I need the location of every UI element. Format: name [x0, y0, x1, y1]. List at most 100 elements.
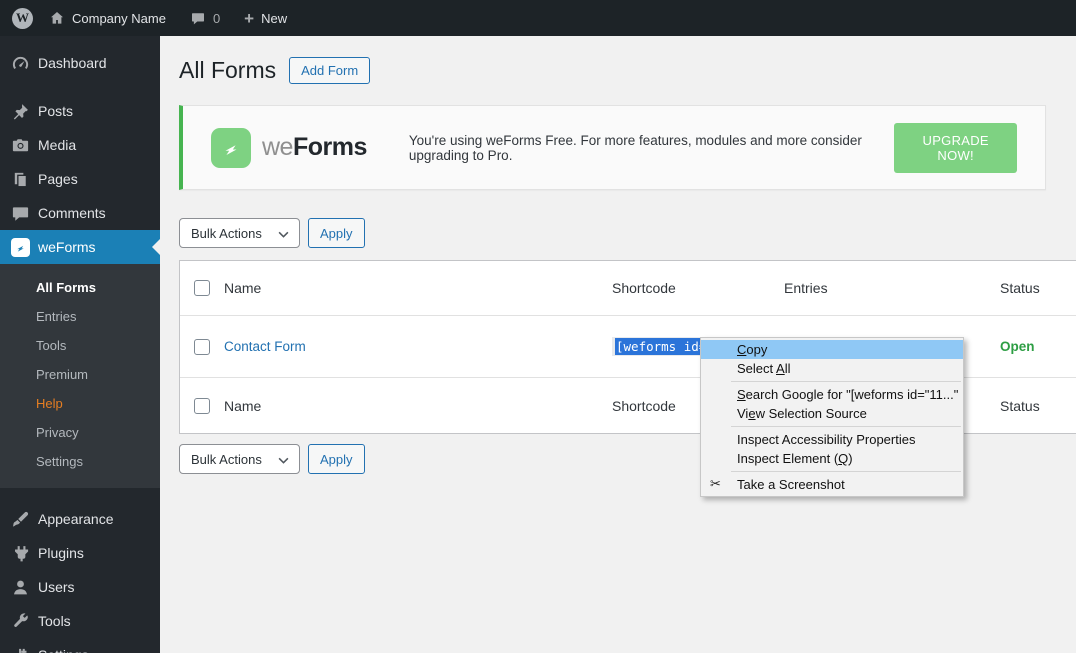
submenu-item-privacy[interactable]: Privacy: [0, 418, 160, 447]
sidebar-item-label: Dashboard: [38, 55, 107, 71]
context-menu-item-take-a-screenshot[interactable]: ✂ Take a Screenshot: [701, 475, 963, 494]
sidebar-item-label: Comments: [38, 205, 106, 221]
sidebar-item-comments[interactable]: Comments: [0, 196, 160, 230]
sidebar-item-dashboard[interactable]: Dashboard: [0, 46, 160, 80]
submenu-item-premium[interactable]: Premium: [0, 360, 160, 389]
banner-message: You're using weForms Free. For more feat…: [408, 132, 862, 163]
context-menu-separator: [731, 471, 961, 472]
sidebar-item-label: Users: [38, 579, 75, 595]
sidebar-separator: [0, 80, 160, 94]
bulk-actions-select-bottom[interactable]: Bulk Actions: [179, 444, 300, 474]
weforms-upgrade-banner: weForms You're using weForms Free. For m…: [179, 105, 1046, 190]
sidebar-item-label: Pages: [38, 171, 78, 187]
weforms-brand: weForms: [262, 133, 367, 162]
column-footer-status: Status: [1000, 397, 1040, 414]
sidebar-item-label: Posts: [38, 103, 74, 119]
bulk-actions-selected-value: Bulk Actions: [191, 451, 262, 467]
pages-icon: [10, 169, 30, 189]
wrench-icon: [10, 611, 30, 631]
submenu-item-help[interactable]: Help: [0, 389, 160, 418]
sidebar-item-label: weForms: [38, 239, 96, 255]
context-menu-item-view-selection-source[interactable]: View Selection Source: [701, 404, 963, 423]
context-menu-item-label: Select All: [737, 361, 791, 376]
context-menu-item-inspect-element-q[interactable]: Inspect Element (Q): [701, 449, 963, 468]
submenu-item-tools[interactable]: Tools: [0, 331, 160, 360]
brand-forms: Forms: [292, 133, 367, 161]
sidebar-item-tools[interactable]: Tools: [0, 604, 160, 638]
pin-icon: [10, 101, 30, 121]
active-menu-arrow: [152, 239, 160, 255]
weforms-icon: [10, 237, 30, 257]
comments-bubble-menu[interactable]: 0: [182, 0, 228, 36]
admin-sidebar: Dashboard Posts Media Pages Comments weF…: [0, 36, 160, 653]
apply-button-bottom[interactable]: Apply: [308, 444, 365, 474]
sidebar-item-label: Plugins: [38, 545, 84, 561]
context-menu-item-label: Take a Screenshot: [737, 477, 845, 492]
row-checkbox[interactable]: [194, 338, 210, 355]
sidebar-item-weforms[interactable]: weForms: [0, 230, 160, 264]
submenu-item-all-forms[interactable]: All Forms: [0, 273, 160, 302]
column-header-shortcode: Shortcode: [612, 280, 676, 296]
context-menu-separator: [731, 426, 961, 427]
context-menu-item-inspect-accessibility-properties[interactable]: Inspect Accessibility Properties: [701, 430, 963, 449]
page-header: All Forms Add Form: [179, 57, 1076, 84]
sidebar-item-label: Settings: [38, 647, 89, 653]
column-footer-name: Name: [224, 397, 262, 414]
column-header-name: Name: [224, 280, 262, 296]
new-label: New: [261, 10, 288, 26]
submenu-item-entries[interactable]: Entries: [0, 302, 160, 331]
sidebar-item-users[interactable]: Users: [0, 570, 160, 604]
add-form-button[interactable]: Add Form: [289, 57, 371, 84]
context-menu-item-label: Inspect Element (Q): [737, 451, 853, 466]
context-menu-item-label: Copy: [737, 342, 768, 357]
context-menu-item-copy[interactable]: Copy: [701, 340, 963, 359]
select-all-checkbox-footer[interactable]: [194, 397, 210, 414]
context-menu-item-label: Inspect Accessibility Properties: [737, 432, 916, 447]
sidebar-item-label: Appearance: [38, 511, 114, 527]
sidebar-item-posts[interactable]: Posts: [0, 94, 160, 128]
scissors-icon: ✂: [710, 476, 721, 491]
sidebar-item-settings[interactable]: Settings: [0, 638, 160, 653]
weforms-logo-icon: [211, 127, 251, 168]
bulk-actions-toolbar-top: Bulk Actions Apply: [179, 218, 1076, 248]
bulk-actions-select[interactable]: Bulk Actions: [179, 218, 300, 248]
sidebar-item-plugins[interactable]: Plugins: [0, 536, 160, 570]
sidebar-item-appearance[interactable]: Appearance: [0, 502, 160, 536]
weforms-submenu: All Forms Entries Tools Premium Help Pri…: [0, 264, 160, 488]
chevron-down-icon: [278, 226, 289, 241]
upgrade-now-button[interactable]: UPGRADE NOW!: [894, 122, 1017, 173]
chevron-down-icon: [278, 452, 289, 467]
column-header-status: Status: [1000, 280, 1040, 296]
brand-we: we: [262, 133, 293, 161]
page-title: All Forms: [179, 57, 277, 83]
select-all-checkbox[interactable]: [194, 280, 210, 296]
sidebar-item-label: Tools: [38, 613, 71, 629]
dashboard-icon: [10, 53, 30, 73]
admin-bar: W Company Name 0 + New: [0, 0, 1076, 36]
context-menu-item-select-all[interactable]: Select All: [701, 359, 963, 378]
column-header-entries: Entries: [784, 279, 828, 296]
status-badge: Open: [1000, 339, 1035, 354]
home-icon: [49, 10, 65, 26]
wordpress-logo-icon[interactable]: W: [12, 7, 33, 29]
comment-bubble-icon: [190, 11, 206, 26]
form-name-link[interactable]: Contact Form: [224, 339, 612, 354]
camera-icon: [10, 135, 30, 155]
user-icon: [10, 577, 30, 597]
sidebar-item-media[interactable]: Media: [0, 128, 160, 162]
sidebar-separator: [0, 488, 160, 502]
new-content-menu[interactable]: + New: [236, 0, 295, 36]
context-menu-item-search-google-for-weforms-id-11[interactable]: Search Google for "[weforms id="11...": [701, 385, 963, 404]
plus-icon: +: [244, 8, 255, 28]
submenu-item-settings[interactable]: Settings: [0, 447, 160, 476]
site-name-menu[interactable]: Company Name: [41, 0, 174, 36]
table-header-row: Name Shortcode Entries Status: [180, 261, 1076, 316]
context-menu-separator: [731, 381, 961, 382]
apply-button[interactable]: Apply: [308, 218, 365, 248]
sidebar-item-label: Media: [38, 137, 77, 153]
comments-count: 0: [212, 10, 221, 26]
paintbrush-icon: [10, 509, 30, 529]
bulk-actions-selected-value: Bulk Actions: [191, 225, 262, 241]
sidebar-item-pages[interactable]: Pages: [0, 162, 160, 196]
comments-icon: [10, 203, 30, 223]
